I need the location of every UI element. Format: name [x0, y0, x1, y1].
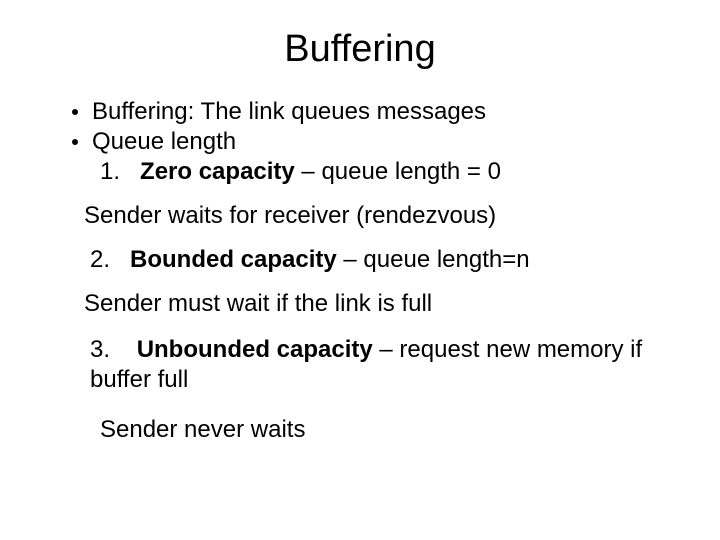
bullet-icon [72, 139, 78, 145]
item-label: Bounded capacity [130, 246, 337, 273]
slide-body: Buffering: The link queues messages Queu… [60, 97, 660, 445]
bullet-item: Queue length [72, 127, 660, 157]
item-label: Zero capacity [140, 158, 295, 185]
numbered-item-1: 1. Zero capacity – queue length = 0 [100, 157, 660, 187]
item-label: Unbounded capacity [137, 336, 373, 363]
slide-title: Buffering [60, 28, 660, 71]
bullet-icon [72, 109, 78, 115]
bullet-text: Buffering: The link queues messages [92, 97, 486, 127]
item-rest: – queue length=n [337, 246, 530, 273]
item-number: 2. [90, 245, 110, 275]
numbered-item-2: 2. Bounded capacity – queue length=n [90, 245, 660, 275]
item-note-3: Sender never waits [100, 415, 660, 445]
item-note-1: Sender waits for receiver (rendezvous) [84, 201, 660, 231]
slide: Buffering Buffering: The link queues mes… [0, 0, 720, 540]
item-number: 1. [100, 157, 120, 187]
bullet-item: Buffering: The link queues messages [72, 97, 660, 127]
bullet-text: Queue length [92, 127, 236, 157]
item-note-2: Sender must wait if the link is full [84, 289, 660, 319]
numbered-item-3: 3. Unbounded capacity – request new memo… [90, 335, 660, 395]
item-number: 3. [90, 336, 110, 363]
item-rest: – queue length = 0 [295, 158, 501, 185]
